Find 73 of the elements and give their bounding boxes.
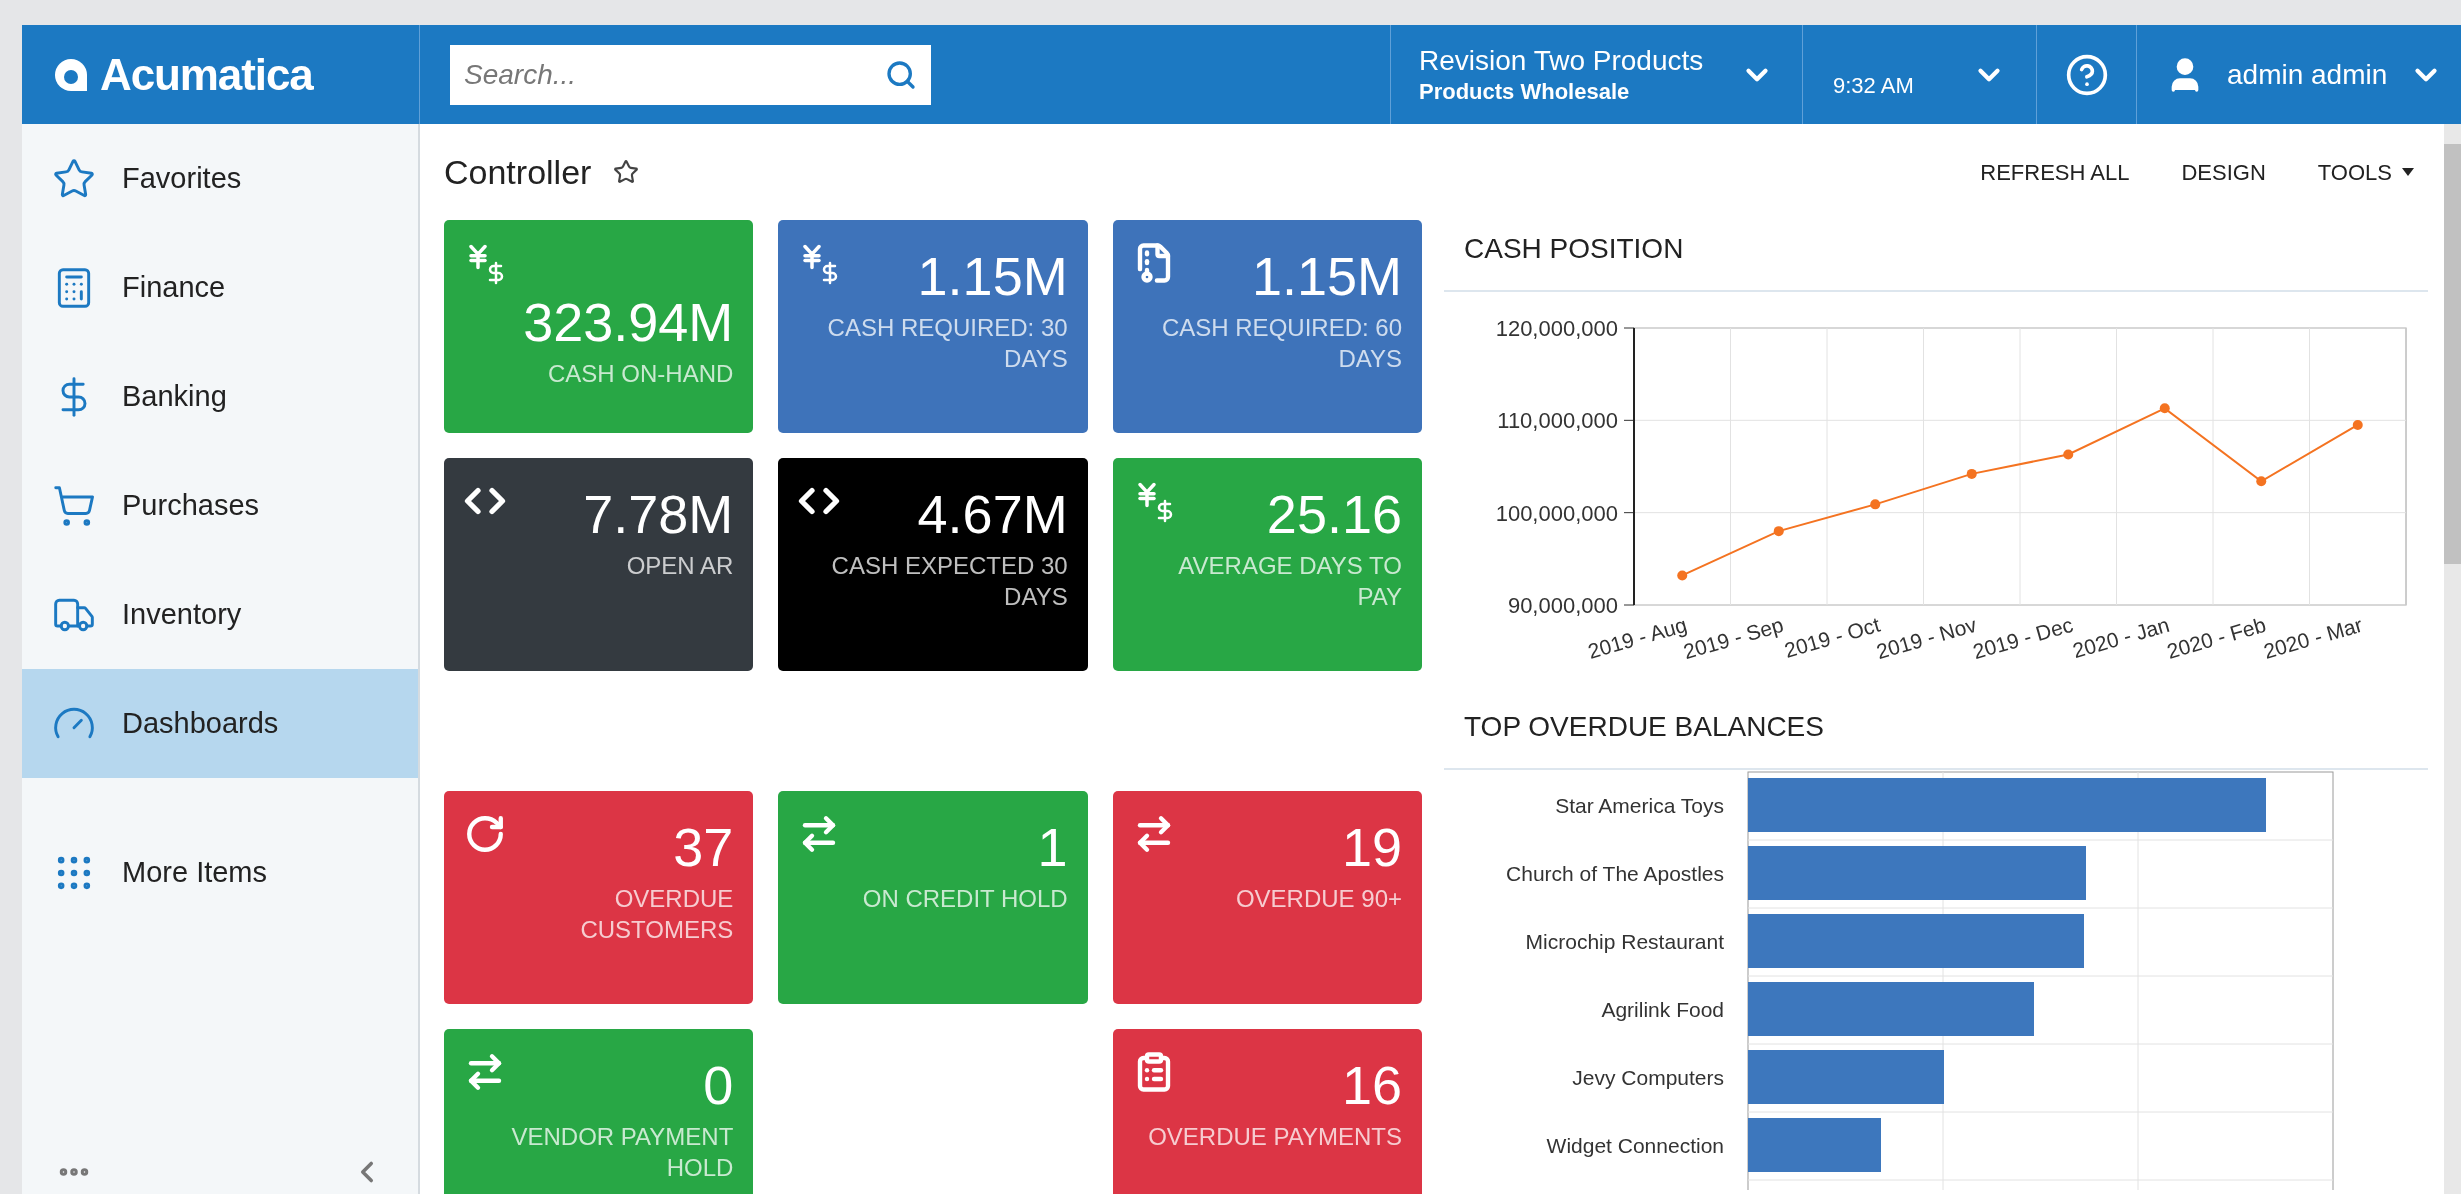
caret-icon	[2402, 168, 2414, 176]
data-point	[2159, 403, 2170, 414]
y-axis-label: 120,000,000	[1495, 316, 1618, 341]
kpi-label: OVERDUE CUSTOMERS	[579, 884, 734, 945]
cart-icon	[52, 483, 96, 528]
kpi-value: 37	[673, 816, 734, 877]
kpi-tile[interactable]: 19 OVERDUE 90+	[1112, 791, 1422, 1004]
toolbar-button[interactable]: DESIGN	[2181, 155, 2266, 189]
search-icon[interactable]	[885, 58, 917, 91]
kpi-label: AVERAGE DAYS TO PAY	[1177, 551, 1402, 612]
kpi-tile[interactable]: 37 OVERDUE CUSTOMERS	[444, 791, 754, 1004]
kpi-tile[interactable]: 1.15M CASH REQUIRED: 30 DAYS	[778, 220, 1088, 433]
scrollbar[interactable]	[2444, 124, 2461, 1194]
y-axis-label: 100,000,000	[1495, 500, 1618, 526]
chart-title: TOP OVERDUE BALANCES	[1463, 710, 1825, 744]
kpi-label: CASH EXPECTED 30 DAYS	[830, 551, 1068, 612]
refresh-icon	[464, 813, 506, 855]
data-point	[2063, 449, 2074, 460]
help-icon[interactable]	[2064, 52, 2109, 97]
kpi-value: 7.78M	[583, 483, 734, 544]
sidebar-item[interactable]: Finance	[22, 233, 418, 342]
kpi-label: OPEN AR	[625, 551, 734, 581]
toolbar-button[interactable]: TOOLS	[2317, 155, 2414, 189]
toolbar-button[interactable]: REFRESH ALL	[1980, 155, 2130, 189]
sidebar-item[interactable]: Purchases	[22, 451, 418, 560]
data-point	[1966, 468, 1977, 479]
customer-label: Widget Connection	[1546, 1134, 1724, 1157]
kpi-label: CASH REQUIRED: 30 DAYS	[826, 313, 1068, 374]
kpi-label: CASH ON-HAND	[547, 359, 734, 389]
customer-label: Star America Toys	[1555, 794, 1724, 817]
branch-name: Products Wholesale	[1419, 77, 1631, 106]
kpi-tile[interactable]: 7.78M OPEN AR	[444, 458, 754, 671]
data-point	[1677, 570, 1688, 581]
customer-label: Microchip Restaurant	[1525, 930, 1724, 953]
chart-title: CASH POSITION	[1463, 232, 1685, 266]
sidebar-item[interactable]: Banking	[22, 342, 418, 451]
customer-label: Jevy Computers	[1572, 1066, 1724, 1089]
kpi-value: 1.15M	[917, 245, 1068, 306]
kpi-label: VENDOR PAYMENT HOLD	[510, 1122, 734, 1183]
kpi-value: 4.67M	[917, 483, 1068, 544]
customer-label: Church of The Apostles	[1506, 862, 1724, 885]
sidebar-item[interactable]: More Items	[22, 818, 418, 927]
kpi-value: 1	[1037, 816, 1068, 877]
kpi-value: 19	[1341, 816, 1402, 877]
sidebar-item[interactable]: Favorites	[22, 124, 418, 233]
kpi-tile[interactable]: 16 OVERDUE PAYMENTS	[1112, 1029, 1422, 1194]
customer-label: Agrilink Food	[1601, 998, 1724, 1021]
data-point	[1773, 526, 1784, 537]
kpi-label: OVERDUE 90+	[1234, 884, 1402, 914]
y-axis-label: 110,000,000	[1497, 408, 1618, 434]
time-label: 9:32 AM	[1833, 72, 1914, 100]
search-field[interactable]: Search...	[450, 44, 931, 105]
data-point	[1870, 499, 1881, 510]
kpi-tile[interactable]: 1.15M CASH REQUIRED: 60 DAYS	[1112, 220, 1422, 433]
brand-name: Acumatica	[100, 48, 313, 101]
data-point	[2256, 476, 2267, 487]
data-point	[2352, 419, 2363, 430]
kpi-value: 25.16	[1266, 483, 1402, 544]
sidebar-item[interactable]: Inventory	[22, 560, 418, 669]
kpi-tile[interactable]: 4.67M CASH EXPECTED 30 DAYS	[778, 458, 1088, 671]
kpi-label: ON CREDIT HOLD	[861, 884, 1068, 914]
kpi-value: 1.15M	[1251, 245, 1402, 306]
kpi-value: 323.94M	[523, 291, 734, 352]
y-axis-label: 90,000,000	[1507, 593, 1618, 618]
kpi-label: OVERDUE PAYMENTS	[1147, 1122, 1402, 1152]
kpi-value: 0	[703, 1054, 734, 1115]
page-title: Controller	[444, 151, 592, 193]
star-icon[interactable]	[613, 159, 640, 185]
kpi-value: 16	[1341, 1054, 1402, 1115]
sidebar-item[interactable]: Dashboards	[22, 669, 418, 778]
company-name: Revision Two Products	[1419, 43, 1704, 78]
user-name: admin admin	[2227, 57, 2388, 92]
kpi-label: CASH REQUIRED: 60 DAYS	[1160, 313, 1402, 374]
